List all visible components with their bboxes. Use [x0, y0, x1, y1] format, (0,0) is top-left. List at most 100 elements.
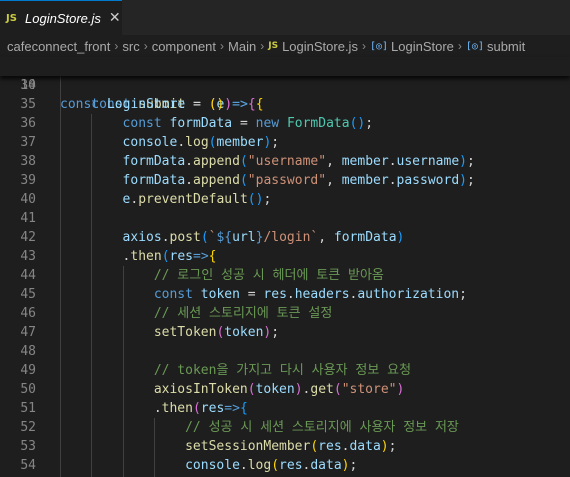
code-line: 54 console.log(res.data);	[0, 456, 570, 475]
code-text: // 세션 스토리지에 토큰 설정	[154, 304, 333, 323]
code-token: setSessionMember	[185, 439, 311, 454]
code-token: .	[185, 173, 193, 188]
code-token: member	[216, 135, 264, 150]
code-token: // 로그인 성공 시 헤더에 토큰 받아옴	[153, 268, 384, 283]
code-line: 38 formData.append("username", member.use…	[0, 152, 570, 171]
indent-guide	[60, 323, 61, 342]
tab-title: LoginStore.js	[25, 10, 101, 26]
indent-guide	[91, 456, 93, 475]
code-token: ;	[349, 458, 358, 473]
indent-guide	[122, 399, 124, 418]
indent-guide	[153, 456, 155, 475]
indent-guide	[91, 380, 93, 399]
code-token: ;	[365, 116, 374, 131]
code-text: axios.post(`${url}/login`, formData)	[123, 228, 405, 247]
code-token: res	[169, 249, 193, 264]
breadcrumb-separator-icon: ›	[143, 39, 148, 53]
indent-guide	[60, 285, 61, 304]
indent-guide	[91, 437, 93, 456]
code-token: .	[239, 458, 248, 473]
breadcrumb-item[interactable]: LoginStore.js	[282, 39, 358, 54]
breadcrumb-item[interactable]: Main	[228, 39, 256, 54]
line-number: 44	[20, 268, 36, 283]
line-number: 53	[20, 439, 36, 454]
breadcrumb-separator-icon: ›	[457, 39, 462, 53]
breadcrumb-item[interactable]: LoginStore	[391, 39, 454, 54]
indent-guide	[91, 266, 93, 285]
line-number: 42	[20, 230, 36, 245]
code-token: // token을 가지고 다시 사용자 정보 요청	[153, 363, 412, 378]
indent-guide	[60, 361, 61, 380]
indent-guide	[60, 133, 61, 152]
code-token: res	[279, 458, 303, 473]
indent-guide	[91, 323, 93, 342]
code-line: 45 const token = res.headers.authorizatio…	[0, 285, 570, 304]
indent-guide	[91, 228, 93, 247]
code-token: member	[341, 154, 389, 169]
code-text: const formData = new FormData();	[123, 114, 374, 133]
code-token: {	[255, 97, 264, 112]
code-token: (	[333, 382, 342, 397]
code-token: authorization	[357, 287, 460, 302]
indent-guide	[60, 456, 61, 475]
code-token: formData	[122, 154, 186, 169]
code-token: const	[60, 97, 107, 112]
code-token: )	[459, 154, 467, 169]
code-token: headers	[294, 287, 350, 302]
indent-guide	[122, 285, 124, 304]
code-token: url	[232, 230, 256, 245]
code-line: 46 // 세션 스토리지에 토큰 설정	[0, 304, 570, 323]
code-editor[interactable]: 34 35 const submit = (e)=>{36 const formDat…	[0, 76, 570, 477]
breadcrumb-item[interactable]: submit	[487, 39, 525, 54]
code-text: console.log(res.data);	[185, 456, 357, 475]
indent-guide	[60, 266, 61, 285]
code-token: then	[130, 249, 162, 264]
code-token: formData	[169, 116, 233, 131]
code-token: {	[208, 249, 217, 264]
code-token: append	[193, 173, 240, 188]
line-number: 51	[20, 401, 36, 416]
indent-guide	[60, 152, 61, 171]
breadcrumb-item[interactable]: component	[152, 39, 216, 54]
code-line: 39 formData.append("password", member.pas…	[0, 171, 570, 190]
breadcrumb-item[interactable]: cafeconnect_front	[7, 39, 110, 54]
code-token: ,	[326, 154, 342, 169]
code-token: axiosInToken	[153, 382, 248, 397]
code-token: res	[263, 287, 287, 302]
code-line: 50 axiosInToken(token).get("store")	[0, 380, 570, 399]
code-token: =	[185, 97, 209, 112]
code-line: 36 const formData = new FormData();	[0, 114, 570, 133]
line-number: 54	[20, 458, 36, 473]
indent-guide	[122, 418, 124, 437]
indent-guide	[91, 342, 93, 361]
code-token: ;	[271, 135, 280, 150]
indent-guide	[60, 190, 61, 209]
sticky-scroll-header[interactable]: 10 const LoginStore = () => {	[0, 57, 570, 112]
indent-guide	[122, 437, 124, 456]
indent-guide	[60, 209, 61, 228]
code-token: username	[396, 154, 460, 169]
indent-guide	[91, 399, 93, 418]
line-number: 39	[20, 173, 36, 188]
line-number: 46	[20, 306, 36, 321]
code-token: )	[341, 458, 350, 473]
indent-guide	[122, 361, 124, 380]
indent-guide	[60, 171, 61, 190]
code-line: 41	[0, 209, 570, 228]
indent-guide	[122, 323, 124, 342]
indent-guide	[60, 304, 61, 323]
code-token: .	[388, 173, 397, 188]
breadcrumb-item[interactable]: src	[122, 39, 139, 54]
code-token: console	[185, 458, 240, 473]
indent-guide	[153, 418, 155, 437]
breadcrumb-separator-icon: ›	[114, 39, 119, 53]
code-token: =	[232, 116, 256, 131]
code-token: const	[153, 287, 201, 302]
tab-loginstore-js[interactable]: JS LoginStore.js ✕	[0, 0, 122, 35]
close-icon[interactable]: ✕	[109, 10, 121, 26]
code-token: =	[239, 287, 264, 302]
code-text: // token을 가지고 다시 사용자 정보 요청	[154, 361, 411, 380]
indent-guide	[60, 76, 61, 95]
code-token: token	[224, 325, 264, 340]
code-token: preventDefault	[138, 192, 248, 207]
